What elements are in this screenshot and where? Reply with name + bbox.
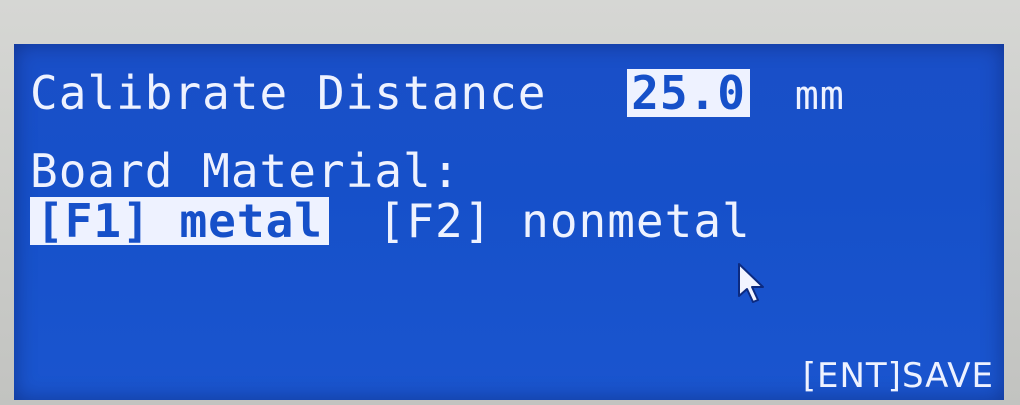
option-nonmetal[interactable]: [F2] nonmetal: [372, 197, 757, 245]
option-metal[interactable]: [F1] metal: [30, 197, 329, 245]
option-metal-key: [F1]: [36, 194, 151, 248]
calibrate-distance-input[interactable]: 25.0: [627, 69, 750, 117]
option-nonmetal-key: [F2]: [377, 194, 493, 248]
board-material-label: Board Material:: [30, 144, 461, 198]
calibrate-distance-row: Calibrate Distance 25.0 mm: [30, 66, 845, 120]
calibrate-distance-label: Calibrate Distance: [30, 66, 547, 120]
option-metal-label: metal: [179, 194, 323, 248]
mouse-pointer-icon: [738, 263, 764, 303]
save-hint[interactable]: [ENT]SAVE: [803, 356, 994, 396]
board-material-options: [F1] metal [F2] nonmetal: [30, 194, 757, 248]
lcd-screen: Calibrate Distance 25.0 mm Board Materia…: [14, 44, 1004, 400]
option-nonmetal-label: nonmetal: [521, 194, 751, 248]
distance-unit: mm: [794, 73, 845, 119]
